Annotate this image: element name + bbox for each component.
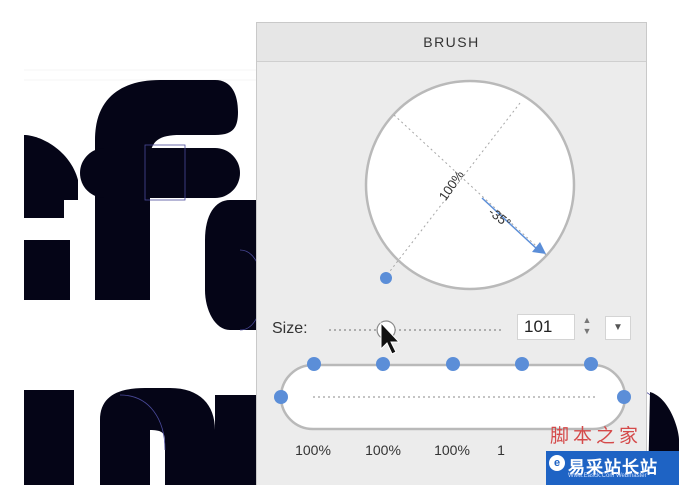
- brush-editor: 100% -35°: [274, 79, 631, 431]
- pressure-handle-left[interactable]: [274, 390, 288, 404]
- stepper-up-icon[interactable]: ▲: [580, 315, 594, 326]
- size-input[interactable]: 101: [517, 314, 575, 340]
- glyph-e: [24, 135, 78, 300]
- watermark-sub-text: Www.Easck.Com Webmaster: [568, 473, 647, 479]
- site-watermark: 脚本之家 e 易采站长站 Www.Easck.Com Webmaster: [540, 421, 679, 485]
- stepper-down-icon[interactable]: ▼: [580, 326, 594, 337]
- pressure-point[interactable]: [515, 357, 529, 371]
- pressure-point[interactable]: [376, 357, 390, 371]
- pressure-percent: 100%: [295, 442, 331, 458]
- glyph-g: [205, 200, 256, 330]
- pressure-handle-right[interactable]: [617, 390, 631, 404]
- pressure-point[interactable]: [584, 357, 598, 371]
- pressure-percent: 1: [497, 442, 505, 458]
- glyph-n: [24, 388, 256, 485]
- pressure-point[interactable]: [446, 357, 460, 371]
- dropdown-arrow-icon[interactable]: ▼: [605, 316, 631, 340]
- pressure-percent: 100%: [365, 442, 401, 458]
- stepper-icon[interactable]: ▲ ▼: [580, 315, 594, 341]
- pressure-percent: 100%: [434, 442, 470, 458]
- watermark-logo-icon: e: [549, 455, 565, 471]
- roundness-handle[interactable]: [380, 272, 392, 284]
- roundness-circle[interactable]: [364, 79, 576, 291]
- size-label: Size:: [272, 320, 308, 337]
- watermark-top-text: 脚本之家: [550, 425, 643, 447]
- pressure-point[interactable]: [307, 357, 321, 371]
- brush-panel: BRUSH 100% -35° Size: 101 ▲ ▼ ▼ 100% 100…: [256, 22, 647, 485]
